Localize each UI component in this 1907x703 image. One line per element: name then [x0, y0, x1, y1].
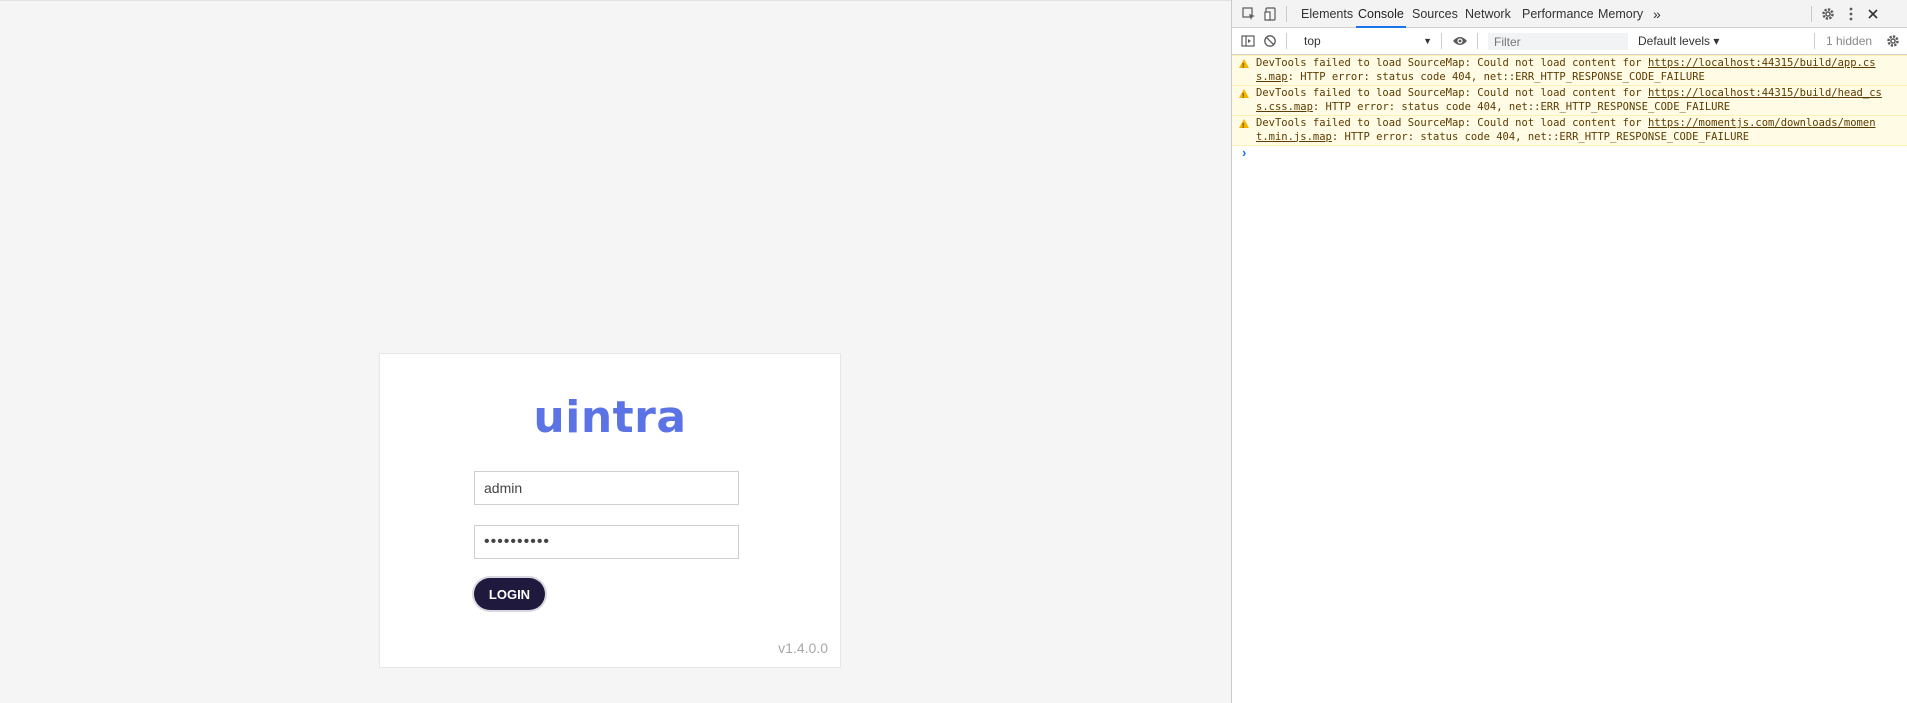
toolbar-divider: [1286, 6, 1287, 22]
message-text: : HTTP error: status code 404, net::ERR_…: [1287, 70, 1705, 83]
inspect-element-icon[interactable]: [1240, 5, 1258, 23]
message-text: DevTools failed to load SourceMap: Could…: [1256, 87, 1648, 99]
toolbar-divider: [1477, 33, 1478, 49]
login-button[interactable]: LOGIN: [474, 578, 545, 610]
tab-memory[interactable]: Memory: [1596, 0, 1645, 28]
tab-sources[interactable]: Sources: [1410, 0, 1460, 28]
password-input[interactable]: [474, 525, 739, 559]
filter-input[interactable]: [1488, 33, 1628, 50]
web-page: uintra LOGIN v1.4.0.0: [0, 0, 1231, 703]
message-text: : HTTP error: status code 404, net::ERR_…: [1331, 130, 1750, 143]
warning-icon: [1239, 89, 1249, 104]
clear-console-icon[interactable]: [1261, 32, 1279, 50]
console-toolbar: top ▼ Default levels ▾ 1 hidden: [1232, 28, 1907, 55]
tab-console[interactable]: Console: [1356, 0, 1406, 28]
log-levels-dropdown[interactable]: Default levels ▾: [1638, 28, 1719, 54]
kebab-menu-icon[interactable]: [1842, 5, 1860, 23]
console-warning-message: DevTools failed to load SourceMap: Could…: [1232, 55, 1907, 86]
toolbar-divider: [1814, 33, 1815, 49]
message-text: : HTTP error: status code 404, net::ERR_…: [1312, 100, 1731, 113]
tab-performance[interactable]: Performance: [1520, 0, 1596, 28]
tab-network[interactable]: Network: [1463, 0, 1513, 28]
console-warning-message: DevTools failed to load SourceMap: Could…: [1232, 85, 1907, 116]
username-input[interactable]: [474, 471, 739, 505]
device-toolbar-icon[interactable]: [1262, 5, 1280, 23]
login-card: uintra LOGIN v1.4.0.0: [379, 353, 841, 668]
version-label: v1.4.0.0: [778, 640, 828, 656]
toolbar-divider: [1811, 6, 1812, 22]
message-text: DevTools failed to load SourceMap: Could…: [1256, 117, 1648, 129]
show-sidebar-icon[interactable]: [1239, 32, 1257, 50]
tab-elements[interactable]: Elements: [1299, 0, 1355, 28]
console-prompt[interactable]: ›: [1232, 145, 1907, 161]
toolbar-divider: [1441, 33, 1442, 49]
devtools-panel: Elements Console Sources Network Perform…: [1231, 0, 1907, 703]
console-output: DevTools failed to load SourceMap: Could…: [1232, 55, 1907, 161]
close-icon[interactable]: [1864, 5, 1882, 23]
chevron-down-icon: ▼: [1423, 36, 1432, 46]
message-text: DevTools failed to load SourceMap: Could…: [1256, 57, 1648, 69]
prompt-chevron-icon: ›: [1242, 145, 1247, 160]
settings-gear-icon[interactable]: [1819, 5, 1837, 23]
context-value: top: [1304, 34, 1321, 48]
console-warning-message: DevTools failed to load SourceMap: Could…: [1232, 115, 1907, 146]
more-tabs-icon[interactable]: »: [1651, 0, 1663, 28]
devtools-tab-bar: Elements Console Sources Network Perform…: [1232, 0, 1907, 28]
eye-icon[interactable]: [1451, 32, 1469, 50]
uintra-logo: uintra: [533, 392, 687, 443]
console-settings-gear-icon[interactable]: [1884, 32, 1902, 50]
context-selector[interactable]: top ▼: [1304, 28, 1432, 54]
hidden-messages-count: 1 hidden: [1826, 34, 1873, 48]
warning-icon: [1239, 119, 1249, 134]
toolbar-divider: [1286, 33, 1287, 49]
warning-icon: [1239, 59, 1249, 74]
